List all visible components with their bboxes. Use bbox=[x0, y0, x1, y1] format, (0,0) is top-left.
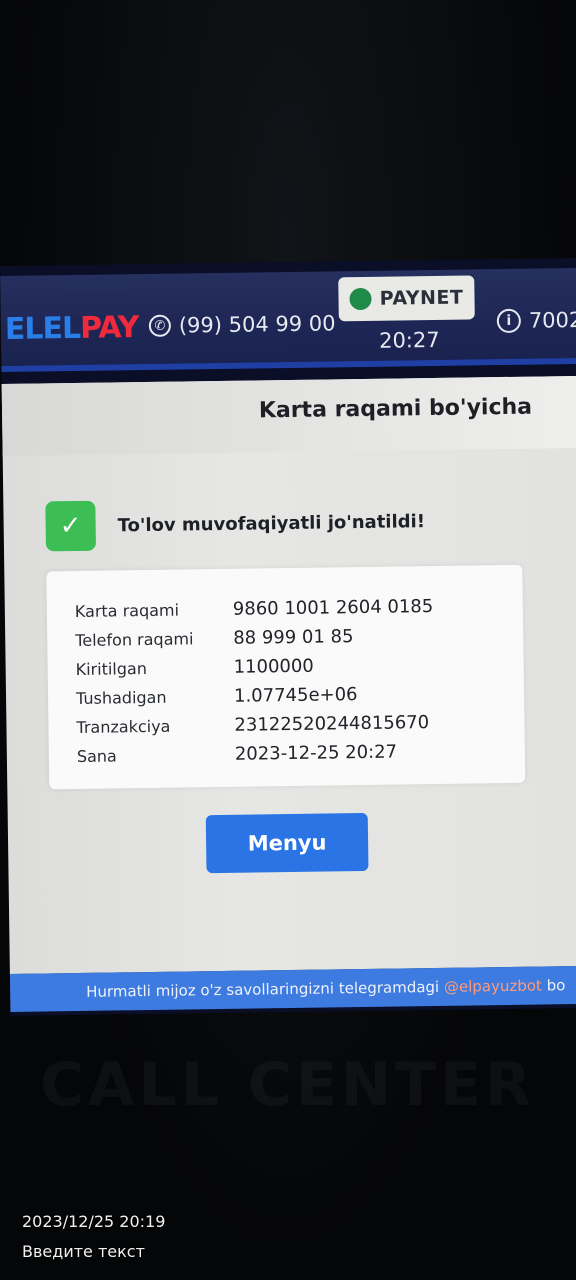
page-header: Karta raqami bo'yicha bbox=[1, 375, 576, 457]
photo-date-stamp: 2023/12/25 20:19 bbox=[22, 1212, 166, 1231]
receipt-value: 1.07745e+06 bbox=[233, 683, 358, 707]
success-text: To'lov muvofaqiyatli jo'natildi! bbox=[117, 510, 426, 536]
ticker-text: Hurmatli mijoz o'z savollaringizni teleg… bbox=[86, 977, 445, 1001]
phone-number: (99) 504 99 00 bbox=[178, 311, 336, 338]
receipt-value: 9860 1001 2604 0185 bbox=[232, 595, 434, 620]
receipt-value: 1100000 bbox=[233, 655, 314, 678]
receipt-value: 23122520244815670 bbox=[234, 711, 430, 736]
kiosk-screen: ELELPAY ✆ (99) 504 99 00 PAYNET 20:27 i … bbox=[0, 257, 576, 1016]
elpay-logo: ELELPAY bbox=[4, 310, 139, 347]
receipt-row: Sana 2023-12-25 20:27 bbox=[77, 736, 507, 770]
info-ticker: Hurmatli mijoz o'z savollaringizni teleg… bbox=[9, 965, 576, 1012]
phone-icon: ✆ bbox=[148, 314, 172, 337]
paynet-badge: PAYNET bbox=[338, 275, 475, 322]
receipt-label: Sana bbox=[76, 745, 117, 766]
receipt-label: Tushadigan bbox=[75, 687, 167, 708]
clock: 20:27 bbox=[378, 327, 440, 353]
photo-text-hint: Введите текст bbox=[22, 1242, 145, 1261]
info-icon: i bbox=[496, 308, 522, 334]
menu-button[interactable]: Menyu bbox=[205, 812, 369, 874]
top-bar: ELELPAY ✆ (99) 504 99 00 PAYNET 20:27 i … bbox=[0, 267, 576, 373]
terminal-number: 7002 bbox=[528, 307, 576, 333]
paynet-logo-icon bbox=[349, 287, 372, 311]
receipt-label: Telefon raqami bbox=[75, 628, 194, 650]
receipt-label: Tranzakciya bbox=[76, 716, 171, 737]
page-title: Karta raqami bo'yicha bbox=[258, 394, 533, 424]
receipt-card: Karta raqami 9860 1001 2604 0185 Telefon… bbox=[46, 564, 526, 790]
receipt-value: 2023-12-25 20:27 bbox=[234, 741, 398, 765]
ticker-tail: bo bbox=[541, 976, 566, 995]
checkmark-icon: ✓ bbox=[45, 500, 97, 552]
support-phone: ✆ (99) 504 99 00 bbox=[148, 311, 336, 338]
paynet-label: PAYNET bbox=[379, 286, 464, 310]
success-message: ✓ To'lov muvofaqiyatli jo'natildi! bbox=[45, 496, 426, 552]
photo: ELELPAY ✆ (99) 504 99 00 PAYNET 20:27 i … bbox=[0, 0, 576, 1280]
receipt-label: Kiritilgan bbox=[75, 658, 148, 679]
reflection-text: CALL CENTER bbox=[40, 1050, 535, 1120]
main-content: Karta raqami bo'yicha ✓ To'lov muvofaqiy… bbox=[1, 375, 576, 974]
receipt-label: Karta raqami bbox=[74, 600, 180, 621]
receipt-value: 88 999 01 85 bbox=[233, 625, 354, 649]
terminal-info[interactable]: i 7002 bbox=[496, 307, 576, 334]
telegram-handle-link[interactable]: @elpayuzbot bbox=[444, 977, 542, 996]
